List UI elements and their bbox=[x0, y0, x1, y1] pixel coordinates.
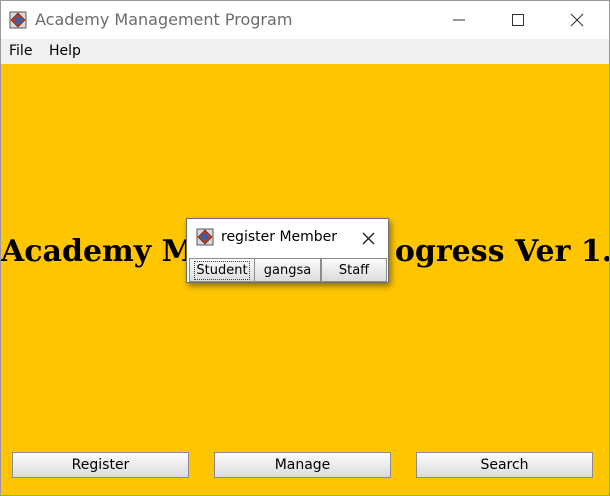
close-icon bbox=[570, 13, 584, 27]
close-icon bbox=[362, 232, 374, 244]
java-app-icon bbox=[196, 228, 214, 246]
dialog-title: register Member bbox=[221, 229, 338, 245]
register-button[interactable]: Register bbox=[12, 452, 189, 478]
menu-file[interactable]: File bbox=[9, 43, 32, 59]
banner-text-left: Academy M bbox=[1, 234, 195, 269]
window-title: Academy Management Program bbox=[35, 10, 293, 29]
minimize-button[interactable] bbox=[436, 1, 482, 39]
close-button[interactable] bbox=[554, 1, 600, 39]
java-app-icon bbox=[9, 11, 27, 29]
staff-button[interactable]: Staff bbox=[321, 258, 387, 282]
gangsa-button[interactable]: gangsa bbox=[254, 258, 321, 282]
staff-button-label: Staff bbox=[338, 262, 370, 278]
manage-button[interactable]: Manage bbox=[214, 452, 391, 478]
minimize-icon bbox=[453, 19, 465, 21]
student-button-label: Student bbox=[194, 260, 250, 280]
maximize-button[interactable] bbox=[495, 1, 541, 39]
dialog-close-button[interactable] bbox=[357, 228, 379, 248]
student-button[interactable]: Student bbox=[189, 258, 255, 282]
menu-bar: File Help bbox=[1, 39, 609, 64]
maximize-icon bbox=[512, 14, 524, 26]
banner-text-right: ogress Ver 1.0 bbox=[394, 234, 610, 269]
register-member-dialog: register Member Student gangsa Staff bbox=[186, 218, 389, 283]
gangsa-button-label: gangsa bbox=[263, 262, 312, 278]
title-bar[interactable]: Academy Management Program bbox=[1, 1, 609, 39]
search-button[interactable]: Search bbox=[416, 452, 593, 478]
menu-help[interactable]: Help bbox=[49, 43, 81, 59]
